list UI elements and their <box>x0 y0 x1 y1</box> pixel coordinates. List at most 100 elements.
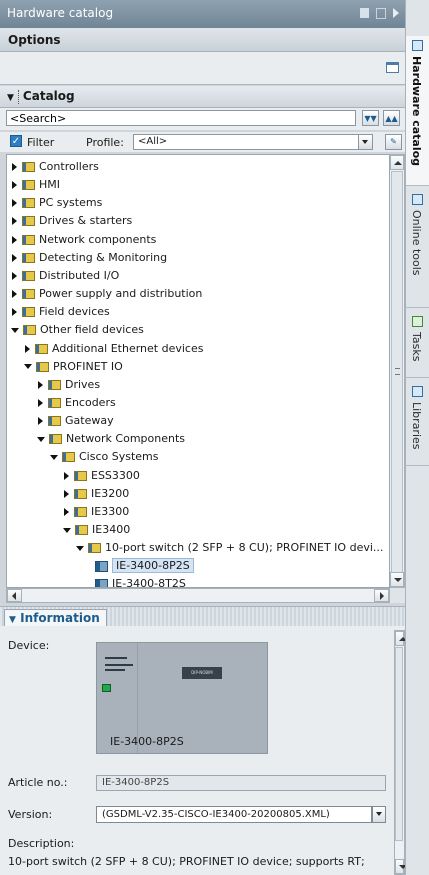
profile-dropdown-arrow-icon[interactable] <box>358 135 372 149</box>
expanded-arrow-icon[interactable] <box>63 527 71 533</box>
information-vertical-scrollbar[interactable] <box>394 630 407 875</box>
filter-checkbox[interactable]: ✓ <box>10 135 22 147</box>
tree-item[interactable]: Field devices <box>11 303 110 321</box>
folder-icon <box>22 216 35 227</box>
collapsed-arrow-icon[interactable] <box>12 290 17 299</box>
restore-icon[interactable] <box>376 8 386 19</box>
filter-row: ✓ Filter Profile: <All> ✎ <box>0 132 405 152</box>
tree-item[interactable]: IE3300 <box>63 503 129 521</box>
collapsed-arrow-icon[interactable] <box>12 163 17 171</box>
tree-item[interactable]: Additional Ethernet devices <box>24 340 203 358</box>
scroll-down-arrow-icon[interactable] <box>395 859 407 874</box>
catalog-header[interactable]: ▼ Catalog <box>0 86 405 108</box>
folder-icon <box>49 434 62 445</box>
tab-online-tools[interactable]: Online tools <box>406 190 429 308</box>
collapsed-arrow-icon[interactable] <box>64 489 69 498</box>
tree-item[interactable]: IE3400 <box>63 521 130 539</box>
scroll-right-arrow-icon[interactable] <box>374 589 389 602</box>
collapsed-arrow-icon[interactable] <box>64 507 69 516</box>
tree-item[interactable]: IE-3400-8P2S <box>89 557 194 575</box>
search-down-button[interactable]: ▼▼ <box>362 110 379 126</box>
tab-information[interactable]: ▼ Information <box>4 609 107 627</box>
tree-item[interactable]: Cisco Systems <box>50 448 159 466</box>
expanded-arrow-icon[interactable] <box>11 327 19 333</box>
tree-item[interactable]: Distributed I/O <box>11 267 119 285</box>
tree-item[interactable]: 10-port switch (2 SFP + 8 CU); PROFINET … <box>76 539 383 557</box>
collapsed-arrow-icon[interactable] <box>12 199 17 208</box>
profile-value: <All> <box>138 136 168 147</box>
chevron-down-icon[interactable]: ▼ <box>7 93 14 103</box>
scroll-up-arrow-icon[interactable] <box>390 155 404 170</box>
version-label: Version: <box>8 808 53 821</box>
tree-item[interactable]: Drives & starters <box>11 212 132 230</box>
tab-hardware-catalog[interactable]: Hardware catalog <box>406 36 429 186</box>
panel-title: Hardware catalog <box>7 6 114 20</box>
collapsed-arrow-icon[interactable] <box>64 471 69 480</box>
scroll-left-arrow-icon[interactable] <box>7 589 22 602</box>
expanded-arrow-icon[interactable] <box>50 454 58 460</box>
tab-libraries[interactable]: Libraries <box>406 382 429 466</box>
collapsed-arrow-icon[interactable] <box>12 217 17 226</box>
description-value: 10-port switch (2 SFP + 8 CU); PROFINET … <box>8 855 365 868</box>
scroll-thumb[interactable] <box>391 171 403 573</box>
collapsed-arrow-icon[interactable] <box>12 253 17 262</box>
device-plate: DIP-NOBIM <box>182 667 222 679</box>
collapsed-arrow-icon[interactable] <box>12 235 17 244</box>
tree-item[interactable]: HMI <box>11 176 60 194</box>
collapsed-arrow-icon[interactable] <box>38 380 43 389</box>
float-icon[interactable] <box>360 8 369 18</box>
version-dropdown-arrow-icon[interactable] <box>372 806 386 823</box>
tree-item[interactable]: Controllers <box>11 158 99 176</box>
search-input[interactable] <box>6 110 356 126</box>
tree-item[interactable]: Detecting & Monitoring <box>11 249 167 267</box>
tree-item[interactable]: PC systems <box>11 194 102 212</box>
tree-item-label: ESS3300 <box>91 468 140 482</box>
collapse-arrow-icon[interactable] <box>393 8 399 18</box>
profile-select[interactable]: <All> <box>133 134 373 150</box>
tree-item-label: Detecting & Monitoring <box>39 250 168 264</box>
scroll-down-arrow-icon[interactable] <box>390 572 404 587</box>
tree-item-label: Additional Ethernet devices <box>52 341 204 355</box>
collapsed-arrow-icon[interactable] <box>25 344 30 353</box>
tree-item[interactable]: PROFINET IO <box>24 358 123 376</box>
expanded-arrow-icon[interactable] <box>24 364 32 370</box>
expanded-arrow-icon[interactable] <box>76 545 84 551</box>
tree-item[interactable]: Gateway <box>37 412 114 430</box>
tree-item[interactable]: Encoders <box>37 394 116 412</box>
window-icon[interactable] <box>386 62 399 73</box>
tree-item[interactable]: Network Components <box>37 430 185 448</box>
tab-tasks[interactable]: Tasks <box>406 312 429 378</box>
tree-item[interactable]: Other field devices <box>11 321 144 339</box>
search-up-button[interactable]: ▲▲ <box>383 110 400 126</box>
folder-icon <box>74 470 87 481</box>
tree-item[interactable]: IE3200 <box>63 485 129 503</box>
tree-item[interactable]: Drives <box>37 376 100 394</box>
tree-item[interactable]: ESS3300 <box>63 467 140 485</box>
collapsed-arrow-icon[interactable] <box>12 181 17 190</box>
tree-item[interactable]: Power supply and distribution <box>11 285 202 303</box>
version-select[interactable]: (GSDML-V2.35-CISCO-IE3400-20200805.XML) <box>96 806 372 823</box>
tree-item[interactable]: IE-3400-8T2S <box>89 575 186 587</box>
options-body <box>0 52 405 85</box>
catalog-tree[interactable]: Controllers HMI PC systems Drives & starter… <box>6 154 390 588</box>
collapsed-arrow-icon[interactable] <box>38 398 43 407</box>
chevron-down-icon[interactable]: ▼ <box>9 615 16 625</box>
tree-item[interactable]: Network components <box>11 231 156 249</box>
scroll-up-arrow-icon[interactable] <box>395 631 407 646</box>
collapsed-arrow-icon[interactable] <box>12 271 17 280</box>
filter-settings-button[interactable]: ✎ <box>385 134 402 150</box>
expanded-arrow-icon[interactable] <box>37 436 45 442</box>
device-port <box>105 669 125 671</box>
folder-icon <box>22 252 35 263</box>
tree-vertical-scrollbar[interactable] <box>390 154 405 588</box>
tree-horizontal-scrollbar[interactable] <box>6 588 390 603</box>
tree-item-label: Controllers <box>39 160 99 173</box>
collapsed-arrow-icon[interactable] <box>38 417 43 426</box>
folder-icon <box>22 289 35 300</box>
tree-item-label: Distributed I/O <box>39 268 120 282</box>
collapsed-arrow-icon[interactable] <box>12 308 17 317</box>
options-header[interactable]: Options <box>0 28 405 52</box>
scroll-thumb[interactable] <box>395 647 403 841</box>
hardware-catalog-icon <box>412 40 423 51</box>
information-header: ▼ Information <box>0 606 405 627</box>
